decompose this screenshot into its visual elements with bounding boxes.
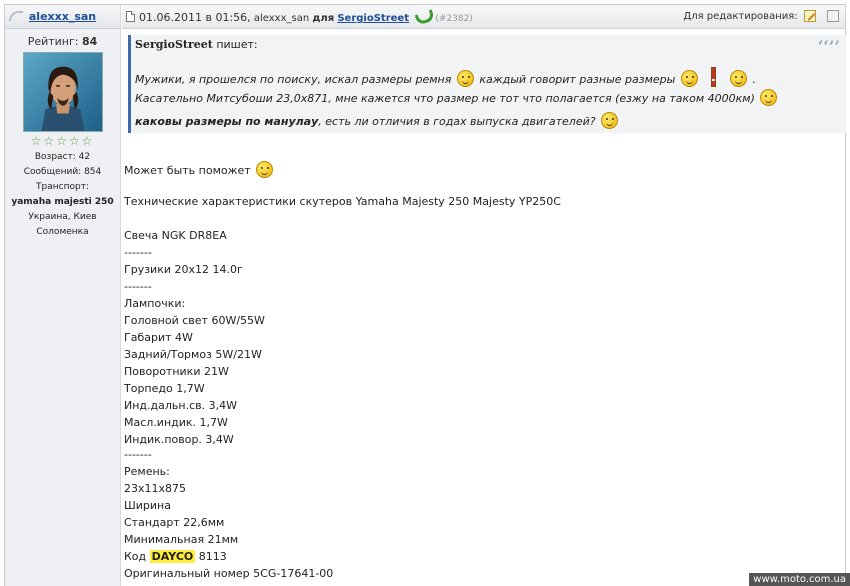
author-info: Возраст: 42 Сообщений: 854 Транспорт: ya… <box>5 150 120 240</box>
body-line: Может быть поможет <box>124 161 275 178</box>
quote-author: SergioStreet <box>135 38 213 51</box>
code-brand-highlight: DAYCO <box>149 550 196 563</box>
post-frame: alexxx_san Рейтинг: 84 ☆☆☆☆☆ Возраст: 42… <box>4 4 846 586</box>
select-checkbox[interactable] <box>827 10 839 22</box>
smiley-icon <box>729 70 747 87</box>
body-line: Поворотники 21W <box>124 365 229 378</box>
body-line: Ремень: <box>124 465 170 478</box>
separator: ------- <box>124 448 152 461</box>
post-header: 01.06.2011 в 01:56, alexxx_san для Sergi… <box>122 5 845 29</box>
original-number: Оригинальный номер 5CG-17641-00 <box>124 567 334 580</box>
author-sidebar: alexxx_san Рейтинг: 84 ☆☆☆☆☆ Возраст: 42… <box>5 5 121 586</box>
site-watermark: www.moto.com.ua <box>749 573 850 586</box>
quote-text: . <box>752 73 756 86</box>
author-header: alexxx_san <box>5 5 120 29</box>
body-line: 23x11x875 <box>124 482 187 495</box>
exclamation-icon <box>711 67 717 87</box>
body-line: Задний/Тормоз 5W/21W <box>124 348 262 361</box>
author-messages: Сообщений: 854 <box>23 167 102 177</box>
body-line: Габарит 4W <box>124 331 193 344</box>
code-label: Код <box>124 550 147 563</box>
rating-stars: ☆☆☆☆☆ <box>30 134 95 148</box>
quote-line-2: Касательно Митсубоши 23,0х871, мне кажет… <box>135 89 779 106</box>
rating-value: 84 <box>81 35 98 48</box>
quote-says: пишет: <box>216 38 258 51</box>
quote-header: SergioStreet пишет: <box>131 35 846 54</box>
body-line: Инд.дальн.св. 3,4W <box>124 399 237 412</box>
quote-mark-icon: ‘‘’’ <box>817 37 840 56</box>
author-location: Украина, Киев <box>28 212 97 222</box>
body-line: Индик.повор. 3,4W <box>124 433 234 446</box>
post-user: alexxx_san <box>253 13 310 24</box>
body-line: Стандарт 22,6мм <box>124 516 225 529</box>
post-number[interactable]: (#2382) <box>435 14 472 24</box>
reply-icon[interactable] <box>416 12 428 22</box>
body-line: Головной свет 60W/55W <box>124 314 265 327</box>
author-name-link[interactable]: alexxx_san <box>5 10 120 23</box>
body-line: Свеча NGK DR8EA <box>124 229 227 242</box>
edit-label: Для редактирования: <box>683 11 798 22</box>
body-line: Минимальная 21мм <box>124 533 239 546</box>
code-number: 8113 <box>198 550 227 563</box>
body-line: Грузики 20x12 14.0г <box>124 263 243 276</box>
document-icon <box>126 11 135 22</box>
reply-target-link[interactable]: SergioStreet <box>337 13 409 24</box>
edit-pencil-icon[interactable] <box>803 10 816 22</box>
avatar <box>22 52 103 132</box>
specs-title: Технические характеристики скутеров Yama… <box>124 195 561 208</box>
body-line: Торпедо 1,7W <box>124 382 205 395</box>
separator: ------- <box>124 280 152 293</box>
body-line: Ширина <box>124 499 171 512</box>
smiley-icon <box>456 70 474 87</box>
rating-label: Рейтинг: <box>27 35 79 48</box>
post-meta: 01.06.2011 в 01:56, alexxx_san для Sergi… <box>139 11 473 24</box>
separator: ------- <box>124 246 152 259</box>
author-transport-value: yamaha majesti 250 <box>11 197 114 207</box>
author-rating: Рейтинг: 84 <box>5 35 120 48</box>
post-date: 01.06.2011 в 01:56, <box>139 11 251 24</box>
quote-block: SergioStreet пишет: ‘‘’’ Мужики, я проше… <box>128 35 846 133</box>
body-text: Может быть поможет <box>124 164 251 177</box>
smiley-icon <box>601 112 619 129</box>
quote-text-bold: каковы размеры по манулау <box>135 115 319 128</box>
smiley-icon <box>680 70 698 87</box>
smiley-icon <box>760 89 778 106</box>
wink-smiley-icon <box>256 161 274 178</box>
quote-line-3: каковы размеры по манулау, есть ли отлич… <box>135 112 620 129</box>
quote-line-1: Мужики, я прошелся по поиску, искал разм… <box>135 67 756 87</box>
body-line-code: Код DAYCO 8113 <box>124 550 227 563</box>
quote-text: , есть ли отличия в годах выпуска двигат… <box>318 115 596 128</box>
body-line: Лампочки: <box>124 297 186 310</box>
quote-text: Касательно Митсубоши 23,0х871, мне кажет… <box>135 92 755 105</box>
quote-text: Мужики, я прошелся по поиску, искал разм… <box>135 73 452 86</box>
post-to-label: для <box>312 13 335 24</box>
author-district: Соломенка <box>36 227 89 237</box>
author-age: Возраст: 42 <box>34 152 91 162</box>
body-line: Масл.индик. 1,7W <box>124 416 228 429</box>
author-transport-label: Транспорт: <box>36 182 89 192</box>
edit-area: Для редактирования: <box>683 10 839 22</box>
quote-text: каждый говорит разные размеры <box>479 73 676 86</box>
